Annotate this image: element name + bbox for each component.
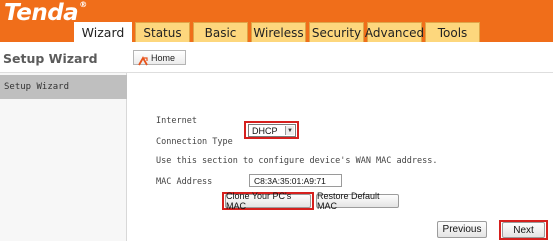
tab-tools[interactable]: Tools [425, 22, 480, 42]
chevron-down-icon: ▼ [285, 126, 294, 135]
tab-wizard[interactable]: Wizard [74, 22, 132, 42]
tab-advanced[interactable]: Advanced [365, 22, 424, 42]
sidebar-item-setup-wizard[interactable]: Setup Wizard [0, 75, 127, 99]
tab-status[interactable]: Status [135, 22, 190, 42]
previous-button[interactable]: Previous [437, 221, 487, 238]
home-label: Home [151, 52, 176, 63]
tab-basic[interactable]: Basic [193, 22, 248, 42]
internet-label: Internet [156, 116, 197, 126]
main-tabs: Wizard Status Basic Wireless Security Ad… [74, 22, 483, 42]
clone-mac-button[interactable]: Clone Your PC's MAC [225, 191, 311, 211]
home-button[interactable]: Home [133, 50, 186, 65]
connection-type-label: Connection Type [156, 137, 233, 147]
sidebar: Setup Wizard [0, 73, 127, 241]
connection-type-value: DHCP [252, 125, 278, 136]
connection-type-select[interactable]: DHCP ▼ [248, 124, 296, 137]
mac-help-text: Use this section to configure device's W… [156, 156, 438, 166]
sub-header: Setup Wizard Home [0, 42, 553, 73]
top-header: Tenda® Wizard Status Basic Wireless Secu… [0, 0, 553, 42]
page-title: Setup Wizard [3, 51, 98, 66]
restore-default-mac-button[interactable]: Restore Default MAC [316, 191, 399, 211]
mac-address-input[interactable]: C8:3A:35:01:A9:71 [249, 174, 342, 187]
home-icon [138, 53, 148, 65]
main-content: Internet Connection Type DHCP ▼ Use this… [128, 73, 553, 241]
mac-address-label: MAC Address [156, 177, 213, 187]
tab-wireless[interactable]: Wireless [251, 22, 306, 42]
next-button[interactable]: Next [502, 222, 545, 238]
tab-security[interactable]: Security [309, 22, 364, 42]
